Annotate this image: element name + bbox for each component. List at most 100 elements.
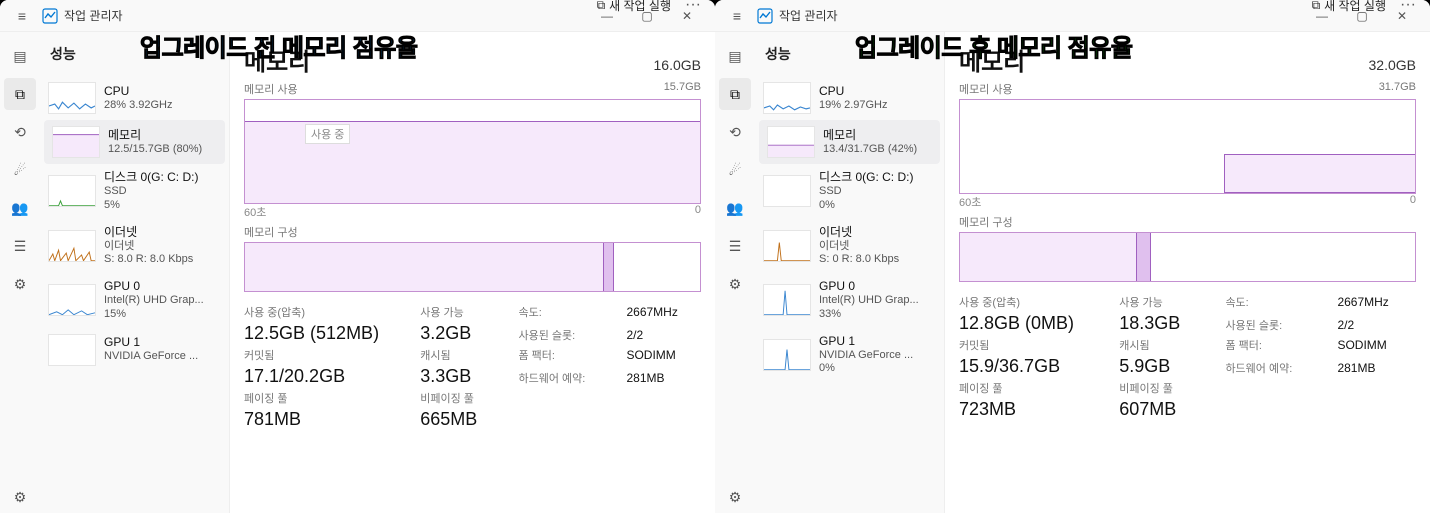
commit-value: 17.1/20.2GB — [244, 366, 402, 387]
chart-max: 31.7GB — [1379, 81, 1416, 97]
nonpaged-label: 비페이징 풀 — [1119, 380, 1207, 396]
more-icon[interactable]: ··· — [685, 0, 701, 14]
inuse-label: 사용 중(압축) — [959, 294, 1101, 310]
sidebar-item-memory[interactable]: 메모리13.4/31.7GB (42%) — [759, 120, 940, 164]
menu-icon[interactable]: ≡ — [723, 8, 751, 24]
app-title: 작업 관리자 — [779, 7, 838, 24]
slots-value: 2/2 — [1337, 318, 1416, 332]
sidebar-item-gpu1[interactable]: GPU 1NVIDIA GeForce ... — [40, 328, 229, 372]
memory-usage-chart: 사용 중 — [244, 99, 701, 204]
ff-label: 폼 팩터: — [518, 347, 608, 363]
memory-composition-chart — [244, 242, 701, 292]
sidebar-item-gpu1[interactable]: GPU 1NVIDIA GeForce ...0% — [755, 328, 944, 383]
sidebar-item-sub2: 0% — [819, 199, 913, 213]
nonpaged-value: 607MB — [1119, 399, 1207, 420]
users-icon[interactable]: 👥 — [4, 192, 36, 224]
composition-label: 메모리 구성 — [959, 214, 1416, 230]
services-icon[interactable]: ⚙ — [4, 268, 36, 300]
sidebar-item-memory[interactable]: 메모리12.5/15.7GB (80%) — [44, 120, 225, 164]
ff-label: 폼 팩터: — [1225, 337, 1319, 353]
paged-label: 페이징 풀 — [959, 380, 1101, 396]
performance-icon[interactable]: ⧉ — [4, 78, 36, 110]
slots-label: 사용된 슬롯: — [518, 327, 608, 343]
speed-label: 속도: — [1225, 294, 1319, 310]
memory-total: 32.0GB — [1369, 57, 1416, 73]
paged-value: 723MB — [959, 399, 1101, 420]
gpu1-spark-icon — [763, 339, 811, 371]
memory-composition-chart — [959, 232, 1416, 282]
more-icon[interactable]: ··· — [1400, 0, 1416, 14]
details-icon[interactable]: ☰ — [719, 230, 751, 262]
page-title: 성능 — [765, 44, 791, 64]
gpu0-spark-icon — [48, 284, 96, 316]
nonpaged-value: 665MB — [420, 409, 500, 430]
sidebar-item-sub: Intel(R) UHD Grap... — [819, 294, 919, 308]
speed-value: 2667MHz — [1337, 295, 1416, 309]
cache-value: 3.3GB — [420, 366, 500, 387]
paged-label: 페이징 풀 — [244, 390, 402, 406]
new-task-button[interactable]: ⧉새 작업 실행 — [1312, 0, 1386, 14]
hw-value: 281MB — [1337, 361, 1416, 375]
cpu-spark-icon — [763, 82, 811, 114]
history-icon[interactable]: ⟲ — [719, 116, 751, 148]
sidebar-item-sub: Intel(R) UHD Grap... — [104, 294, 204, 308]
hw-value: 281MB — [626, 371, 701, 385]
app-icon — [42, 8, 58, 24]
chart-label: 메모리 사용 — [959, 81, 1013, 97]
nonpaged-label: 비페이징 풀 — [420, 390, 500, 406]
sidebar: 성능 CPU19% 2.97GHz 메모리13.4/31.7GB (42%) 디… — [755, 32, 945, 513]
sidebar-item-label: 디스크 0(G: C: D:) — [104, 170, 198, 185]
nav-rail: ▤ ⧉ ⟲ ☄ 👥 ☰ ⚙ ⚙ — [0, 32, 40, 513]
detail-title: 메모리 — [959, 42, 1025, 77]
sidebar-item-sub: NVIDIA GeForce ... — [819, 349, 913, 363]
disk-spark-icon — [763, 175, 811, 207]
inuse-label: 사용 중(압축) — [244, 304, 402, 320]
speed-label: 속도: — [518, 304, 608, 320]
sidebar-item-sub: 이더넷 — [104, 240, 193, 254]
slots-value: 2/2 — [626, 328, 701, 342]
users-icon[interactable]: 👥 — [719, 192, 751, 224]
task-manager-window-before: 업그레이드 전 메모리 점유율 ≡ 작업 관리자 — ▢ ✕ ▤ ⧉ ⟲ ☄ 👥… — [0, 0, 715, 513]
sidebar-item-ethernet[interactable]: 이더넷이더넷S: 0 R: 8.0 Kbps — [755, 219, 944, 274]
startup-icon[interactable]: ☄ — [4, 154, 36, 186]
sidebar-item-label: 이더넷 — [104, 225, 193, 240]
details-icon[interactable]: ☰ — [4, 230, 36, 262]
sidebar-item-sub: 28% 3.92GHz — [104, 99, 172, 113]
composition-label: 메모리 구성 — [244, 224, 701, 240]
disk-spark-icon — [48, 175, 96, 207]
sidebar-item-label: CPU — [104, 84, 172, 99]
sidebar-item-disk[interactable]: 디스크 0(G: C: D:)SSD0% — [755, 164, 944, 219]
memory-spark-icon — [52, 126, 100, 158]
sidebar-item-ethernet[interactable]: 이더넷이더넷S: 8.0 R: 8.0 Kbps — [40, 219, 229, 274]
services-icon[interactable]: ⚙ — [719, 268, 751, 300]
settings-icon[interactable]: ⚙ — [4, 481, 36, 513]
sidebar-item-gpu0[interactable]: GPU 0Intel(R) UHD Grap...33% — [755, 273, 944, 328]
avail-label: 사용 가능 — [1119, 294, 1207, 310]
axis-right: 0 — [695, 204, 701, 220]
sidebar-item-cpu[interactable]: CPU28% 3.92GHz — [40, 76, 229, 120]
startup-icon[interactable]: ☄ — [719, 154, 751, 186]
sidebar-item-label: GPU 0 — [104, 279, 204, 294]
menu-icon[interactable]: ≡ — [8, 8, 36, 24]
memory-total: 16.0GB — [654, 57, 701, 73]
history-icon[interactable]: ⟲ — [4, 116, 36, 148]
sidebar-item-sub2: S: 8.0 R: 8.0 Kbps — [104, 253, 193, 267]
task-manager-window-after: 업그레이드 후 메모리 점유율 ≡ 작업 관리자 — ▢ ✕ ▤ ⧉ ⟲ ☄ 👥… — [715, 0, 1430, 513]
plus-icon: ⧉ — [1312, 0, 1321, 13]
sidebar-item-gpu0[interactable]: GPU 0Intel(R) UHD Grap...15% — [40, 273, 229, 328]
sidebar-item-cpu[interactable]: CPU19% 2.97GHz — [755, 76, 944, 120]
detail-title: 메모리 — [244, 42, 310, 77]
processes-icon[interactable]: ▤ — [4, 40, 36, 72]
sidebar: 성능 CPU28% 3.92GHz 메모리12.5/15.7GB (80%) 디… — [40, 32, 230, 513]
sidebar-item-label: GPU 0 — [819, 279, 919, 294]
processes-icon[interactable]: ▤ — [719, 40, 751, 72]
commit-label: 커밋됨 — [959, 337, 1101, 353]
sidebar-item-sub: SSD — [104, 185, 198, 199]
sidebar-item-disk[interactable]: 디스크 0(G: C: D:)SSD5% — [40, 164, 229, 219]
detail-memory: ⧉새 작업 실행 ··· 메모리 16.0GB 메모리 사용15.7GB 사용 … — [230, 32, 715, 513]
performance-icon[interactable]: ⧉ — [719, 78, 751, 110]
new-task-button[interactable]: ⧉새 작업 실행 — [597, 0, 671, 14]
commit-value: 15.9/36.7GB — [959, 356, 1101, 377]
settings-icon[interactable]: ⚙ — [719, 481, 751, 513]
sidebar-item-sub2: S: 0 R: 8.0 Kbps — [819, 253, 899, 267]
